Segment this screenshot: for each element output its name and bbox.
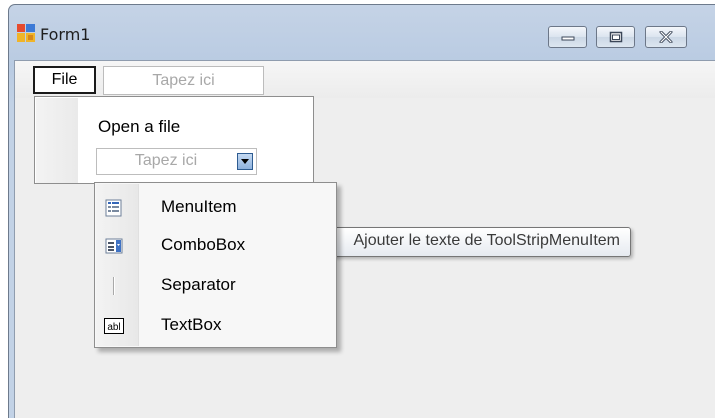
form-app-icon [17,24,35,42]
maximize-icon [609,31,622,43]
close-icon [659,31,673,43]
popup-item-label: MenuItem [161,197,237,216]
svg-text:abl: abl [107,322,120,333]
popup-item-combobox[interactable]: ComboBox [95,227,336,265]
maximize-button[interactable] [596,26,635,48]
tooltip-text: Ajouter le texte de ToolStripMenuItem [353,232,620,249]
window-title: Form1 [40,25,91,44]
separator-icon [113,277,115,295]
popup-item-label: ComboBox [161,235,246,254]
add-item-dropdown-button[interactable] [237,153,253,170]
popup-item-separator[interactable]: Separator [95,267,336,305]
minimize-icon [561,36,574,41]
file-dropdown: Open a file Tapez ici [34,96,314,184]
dropdown-type-here-combo[interactable]: Tapez ici [96,148,257,175]
tooltip: Ajouter le texte de ToolStripMenuItem [325,227,631,257]
popup-item-textbox[interactable]: abl TextBox [95,307,336,345]
dropdown-type-here-label: Tapez ici [134,152,198,169]
menu-type-here[interactable]: Tapez ici [103,66,264,95]
textbox-icon: abl [104,318,124,334]
minimize-button[interactable] [548,26,587,48]
menu-file[interactable]: File [33,66,96,94]
close-button[interactable] [645,26,687,48]
popup-item-label: TextBox [161,315,222,334]
popup-item-label: Separator [161,275,236,294]
menuitem-icon [105,199,122,217]
dropdown-image-margin [36,98,78,183]
add-item-popup: MenuItem ComboBox Separator abl TextBox [94,182,337,348]
combobox-icon [105,238,123,254]
menu-item-open-a-file[interactable]: Open a file [98,117,180,137]
chevron-down-icon [241,158,249,164]
popup-item-menuitem[interactable]: MenuItem [95,189,336,227]
